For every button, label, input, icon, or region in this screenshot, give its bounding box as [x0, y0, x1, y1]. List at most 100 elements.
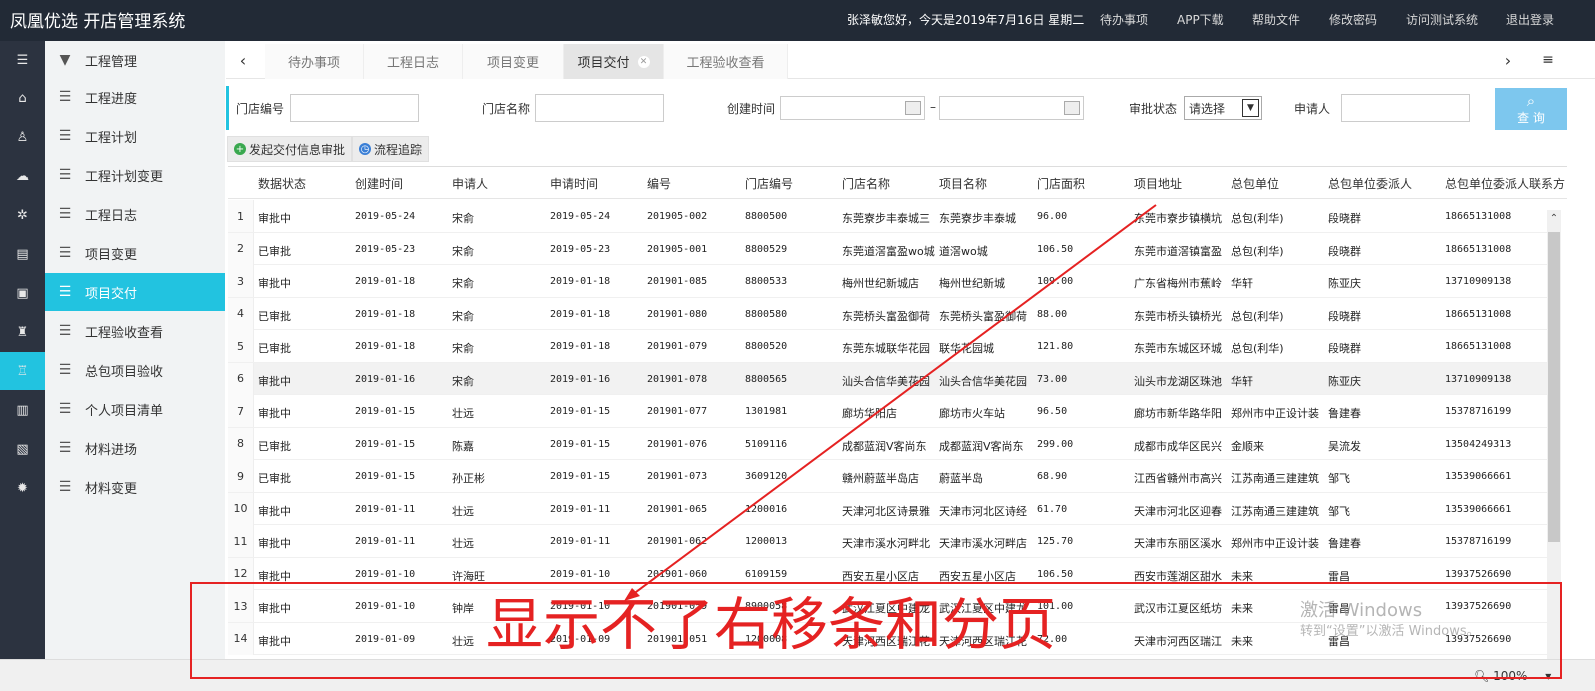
table-row[interactable]: 9 已审批 2019-01-15 孙正彬 2019-01-15 201901-073 360…: [228, 460, 1548, 493]
col-header[interactable]: 门店名称: [842, 175, 890, 192]
table-cell: 东莞市道滘镇富盈: [1134, 244, 1222, 258]
link-change-password[interactable]: 修改密码: [1329, 11, 1377, 28]
row-number: 9: [228, 460, 254, 492]
link-help[interactable]: 帮助文件: [1252, 11, 1300, 28]
col-header[interactable]: 总包单位委派人联系方: [1445, 175, 1567, 192]
table-row[interactable]: 4 已审批 2019-01-18 宋俞 2019-01-18 201901-080 8800…: [228, 297, 1548, 330]
table-row[interactable]: 6 审批中 2019-01-16 宋俞 2019-01-16 201901-078 8800…: [228, 362, 1548, 395]
table-cell: 江苏南通三建建筑: [1231, 504, 1319, 518]
home-icon[interactable]: ⌂: [0, 79, 45, 117]
network-icon[interactable]: ✲: [0, 196, 45, 234]
col-header[interactable]: 编号: [647, 175, 671, 192]
approval-status-select[interactable]: 请选择 ▼: [1184, 96, 1262, 120]
menu-item-contractor-acceptance[interactable]: ☰ 总包项目验收: [45, 351, 225, 389]
report-icon[interactable]: ▧: [0, 430, 45, 468]
calendar-icon[interactable]: ▤: [0, 235, 45, 273]
table-cell: 201901-077: [647, 406, 708, 417]
scroll-up-icon[interactable]: ⌃: [1547, 210, 1561, 226]
tab-todo[interactable]: 待办事项: [265, 44, 364, 79]
menu-item-plan-change[interactable]: ☰ 工程计划变更: [45, 156, 225, 194]
menu-item-material-entry[interactable]: ☰ 材料进场: [45, 429, 225, 467]
table-cell: 宋俞: [452, 309, 474, 323]
worker-icon[interactable]: ♜: [0, 313, 45, 351]
table-cell: 1301981: [745, 406, 788, 417]
table-cell: 已审批: [258, 439, 291, 453]
table-cell: 2019-05-23: [355, 243, 416, 255]
user-icon[interactable]: ♙: [0, 118, 45, 156]
menu-item-delivery[interactable]: ☰ 项目交付: [45, 273, 225, 311]
list-icon: ☰: [58, 284, 72, 300]
col-header[interactable]: 申请人: [452, 175, 488, 192]
store-code-input[interactable]: [290, 94, 419, 122]
monitor-icon[interactable]: ▣: [0, 274, 45, 312]
table-row[interactable]: 8 已审批 2019-01-15 陈嘉 2019-01-15 201901-076 5109…: [228, 427, 1548, 460]
table-cell: 鲁建春: [1328, 537, 1361, 550]
created-end-input[interactable]: [939, 96, 1084, 120]
table-row[interactable]: 3 审批中 2019-01-18 宋俞 2019-01-18 201901-085 8800…: [228, 265, 1548, 298]
col-header[interactable]: 数据状态: [258, 175, 306, 192]
calendar-icon[interactable]: [905, 101, 921, 115]
plus-circle-icon: +: [234, 143, 246, 155]
menu-item-material-change[interactable]: ☰ 材料变更: [45, 468, 225, 506]
table-row[interactable]: 11 审批中 2019-01-11 壮远 2019-01-11 201901-062 120…: [228, 525, 1548, 558]
building-icon[interactable]: ♖: [0, 352, 45, 390]
table-cell: 2019-01-18: [550, 341, 611, 352]
table-row[interactable]: 1 审批中 2019-05-24 宋俞 2019-05-24 201905-002 8800…: [228, 200, 1548, 233]
col-header[interactable]: 项目地址: [1134, 175, 1182, 192]
process-trace-button[interactable]: ◷ 流程追踪: [352, 136, 430, 162]
col-header[interactable]: 总包单位: [1231, 175, 1279, 192]
table-row[interactable]: 5 已审批 2019-01-18 宋俞 2019-01-18 201901-079 8800…: [228, 330, 1548, 363]
close-icon[interactable]: ✕: [637, 55, 650, 68]
menu-item-progress[interactable]: ☰ 工程进度: [45, 78, 225, 116]
submit-approval-button[interactable]: + 发起交付信息审批: [227, 136, 353, 162]
col-header[interactable]: 项目名称: [939, 175, 987, 192]
table-cell: 天津市河北区诗经: [939, 504, 1027, 518]
tabs-menu-icon[interactable]: ≡: [1533, 41, 1563, 79]
menu-group-engineering[interactable]: ▼ 工程管理: [45, 41, 225, 79]
menu-item-project-change[interactable]: ☰ 项目变更: [45, 234, 225, 272]
col-header[interactable]: 创建时间: [355, 175, 403, 192]
table-row[interactable]: 10 审批中 2019-01-11 壮远 2019-01-11 201901-065 120…: [228, 492, 1548, 525]
table-cell: 壮远: [452, 407, 474, 420]
table-cell: 2019-01-11: [550, 536, 611, 547]
tab-delivery[interactable]: 项目交付 ✕: [564, 44, 664, 79]
col-header[interactable]: 申请时间: [550, 175, 598, 192]
store-name-input[interactable]: [535, 94, 664, 122]
process-trace-label: 流程追踪: [374, 142, 423, 157]
col-header[interactable]: 总包单位委派人: [1328, 175, 1412, 192]
tab-log[interactable]: 工程日志: [364, 44, 463, 79]
store-code-label: 门店编号: [236, 102, 285, 116]
table-cell: 汕头市龙湖区珠池: [1134, 374, 1222, 388]
tab-change[interactable]: 项目变更: [463, 44, 564, 79]
tab-label: 项目变更: [486, 56, 539, 71]
table-cell: 总包(利华): [1231, 212, 1284, 225]
query-button[interactable]: ⌕ 查 询: [1495, 88, 1567, 130]
group-icon[interactable]: ☁: [0, 157, 45, 195]
col-header[interactable]: 门店面积: [1037, 175, 1085, 192]
menu-icon[interactable]: ☰: [0, 41, 45, 79]
menu-item-personal-list[interactable]: ☰ 个人项目清单: [45, 390, 225, 428]
scrollbar-thumb[interactable]: [1548, 232, 1560, 542]
menu-item-plan[interactable]: ☰ 工程计划: [45, 117, 225, 155]
menu-item-acceptance-view[interactable]: ☰ 工程验收查看: [45, 312, 225, 350]
table-row[interactable]: 2 已审批 2019-05-23 宋俞 2019-05-23 201905-001 8800…: [228, 232, 1548, 265]
table-cell: 郑州市中正设计装: [1231, 407, 1319, 420]
menu-item-log[interactable]: ☰ 工程日志: [45, 195, 225, 233]
created-start-input[interactable]: [780, 96, 925, 120]
tab-acceptance[interactable]: 工程验收查看: [664, 44, 788, 79]
link-logout[interactable]: 退出登录: [1506, 11, 1554, 28]
col-header[interactable]: 门店编号: [745, 175, 793, 192]
tabs-prev-icon[interactable]: ‹: [228, 41, 258, 79]
applicant-input[interactable]: [1341, 94, 1470, 122]
row-number: 1: [228, 200, 254, 232]
table-row[interactable]: 7 审批中 2019-01-15 壮远 2019-01-15 201901-077 1301…: [228, 395, 1548, 428]
link-app-download[interactable]: APP下载: [1177, 11, 1224, 28]
calendar-icon[interactable]: [1064, 101, 1080, 115]
menu-item-label: 工程进度: [85, 91, 138, 107]
tabs-next-icon[interactable]: ›: [1493, 41, 1523, 79]
link-test-system[interactable]: 访问测试系统: [1406, 11, 1478, 28]
app-title: 凤凰优选 开店管理系统: [10, 12, 186, 32]
link-todo[interactable]: 待办事项: [1100, 11, 1148, 28]
document-icon[interactable]: ▥: [0, 391, 45, 429]
settings-icon[interactable]: ✹: [0, 469, 45, 507]
